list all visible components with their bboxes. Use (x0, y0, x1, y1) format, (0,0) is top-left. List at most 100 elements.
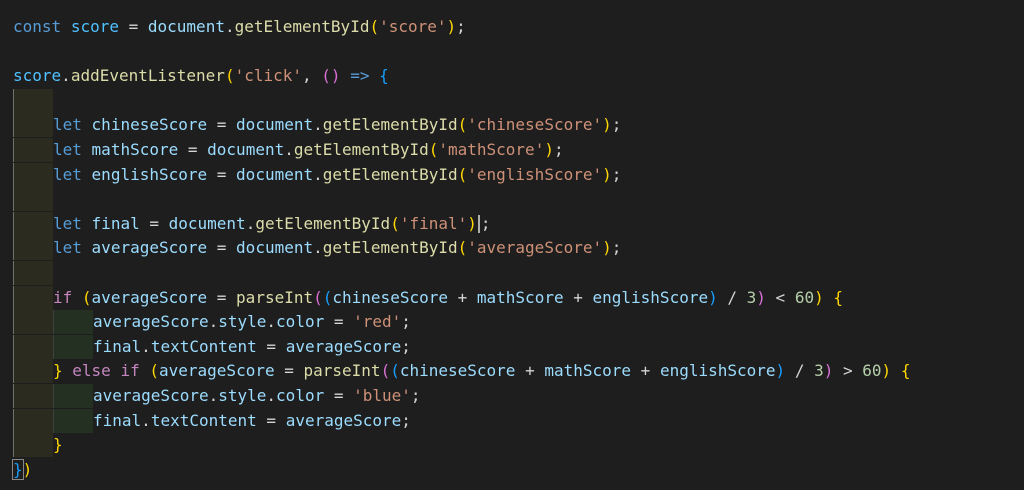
code-token: 60 (862, 361, 882, 381)
code-token: + (447, 287, 477, 307)
code-line[interactable]: final.textContent = averageScore; (0, 334, 1024, 359)
code-token: . (208, 312, 219, 332)
code-token: > (833, 361, 863, 381)
code-token: ; (480, 213, 491, 233)
code-token: ) (823, 361, 834, 381)
indent-guide (13, 88, 14, 113)
code-text: let final = document.getElementById('fin… (53, 212, 491, 236)
code-token: . (266, 386, 277, 405)
code-token: mathScore (91, 140, 179, 159)
code-text: } else if (averageScore = parseInt((chin… (53, 359, 910, 383)
code-token: () (321, 66, 341, 86)
code-token: parseInt (303, 361, 381, 381)
code-line[interactable]: } (0, 433, 1024, 458)
indent-highlight (13, 408, 53, 433)
code-line[interactable]: const score = document.getElementById('s… (0, 15, 1024, 39)
code-token: ) (446, 17, 457, 36)
code-token: ) (544, 140, 554, 159)
code-token: englishScore (592, 287, 709, 307)
code-token: => (350, 66, 370, 86)
code-line[interactable]: let averageScore = document.getElementBy… (0, 236, 1024, 261)
code-token: 'mathScore' (438, 140, 545, 159)
code-token: . (284, 140, 294, 159)
code-line[interactable]: averageScore.style.color = 'blue'; (0, 384, 1024, 408)
code-token: . (313, 115, 323, 135)
code-token: + (515, 361, 545, 381)
indent-guide (53, 310, 54, 335)
indent-highlight (13, 384, 53, 408)
code-text: let englishScore = document.getElementBy… (53, 163, 621, 187)
indent-guide (13, 113, 14, 138)
code-token: 'averageScore' (467, 238, 603, 258)
code-token: document (236, 164, 314, 184)
code-line[interactable]: let mathScore = document.getElementById(… (0, 138, 1024, 162)
code-token: . (313, 238, 323, 258)
code-line[interactable] (0, 88, 1024, 113)
code-line[interactable]: }) (0, 458, 1024, 482)
code-token: addEventListener (70, 66, 225, 86)
code-token: textContent (150, 410, 257, 430)
code-token: getElementById (234, 17, 370, 36)
code-line[interactable]: averageScore.style.color = 'red'; (0, 310, 1024, 335)
code-editor[interactable]: const score = document.getElementById('s… (0, 0, 1024, 490)
code-line[interactable] (0, 261, 1024, 285)
code-text: }) (12, 458, 32, 482)
code-token: ) (602, 238, 612, 258)
indent-guide (13, 408, 14, 433)
indent-highlight (53, 334, 93, 359)
code-token: 'click' (234, 66, 303, 86)
code-text: averageScore.style.color = 'red'; (93, 310, 411, 334)
code-token: , (302, 66, 322, 86)
code-token: final (93, 336, 142, 356)
code-token: ; (553, 140, 564, 159)
code-token: const (13, 17, 62, 36)
code-line[interactable] (0, 40, 1024, 64)
code-token: ( (322, 287, 333, 307)
code-token: else (72, 361, 111, 381)
code-text: score.addEventListener('click', () => { (13, 64, 389, 88)
code-token: ( (390, 361, 400, 381)
code-line[interactable]: if (averageScore = parseInt((chineseScor… (0, 285, 1024, 310)
code-token: / (717, 287, 747, 307)
code-token: document (236, 238, 314, 258)
code-token: let (53, 164, 82, 184)
code-token: = (324, 312, 354, 332)
code-text: let averageScore = document.getElementBy… (53, 236, 621, 260)
code-token: ( (313, 287, 323, 307)
code-token: getElementById (322, 115, 458, 135)
code-token: . (141, 410, 151, 430)
code-token: textContent (150, 336, 257, 356)
code-token: final (91, 213, 140, 233)
code-line[interactable]: } else if (averageScore = parseInt((chin… (0, 359, 1024, 384)
code-token: let (53, 115, 82, 135)
indent-guide (13, 384, 14, 408)
code-text: const score = document.getElementById('s… (13, 15, 466, 39)
code-line[interactable]: let chineseScore = document.getElementBy… (0, 113, 1024, 138)
code-token: 'score' (379, 17, 447, 36)
code-token: = (139, 213, 169, 233)
indent-guide (13, 359, 14, 384)
code-token: 60 (794, 287, 815, 307)
code-text: } (53, 433, 63, 457)
code-token: if (120, 361, 140, 381)
code-line[interactable] (0, 187, 1024, 212)
code-token: ) (881, 361, 892, 381)
indent-highlight (53, 384, 93, 408)
code-line[interactable]: score.addEventListener('click', () => { (0, 64, 1024, 88)
code-line[interactable]: let englishScore = document.getElementBy… (0, 162, 1024, 187)
code-token: let (53, 213, 82, 233)
code-text: final.textContent = averageScore; (93, 409, 411, 433)
code-token: } (53, 361, 63, 381)
indent-highlight (13, 433, 53, 458)
code-token: ) (602, 115, 612, 135)
code-token: score (70, 17, 119, 36)
code-token: averageScore (285, 410, 402, 430)
code-token: 'red' (353, 312, 402, 332)
code-line[interactable]: let final = document.getElementById('fin… (0, 211, 1024, 236)
code-line[interactable]: final.textContent = averageScore; (0, 408, 1024, 433)
code-token: = (256, 410, 286, 430)
